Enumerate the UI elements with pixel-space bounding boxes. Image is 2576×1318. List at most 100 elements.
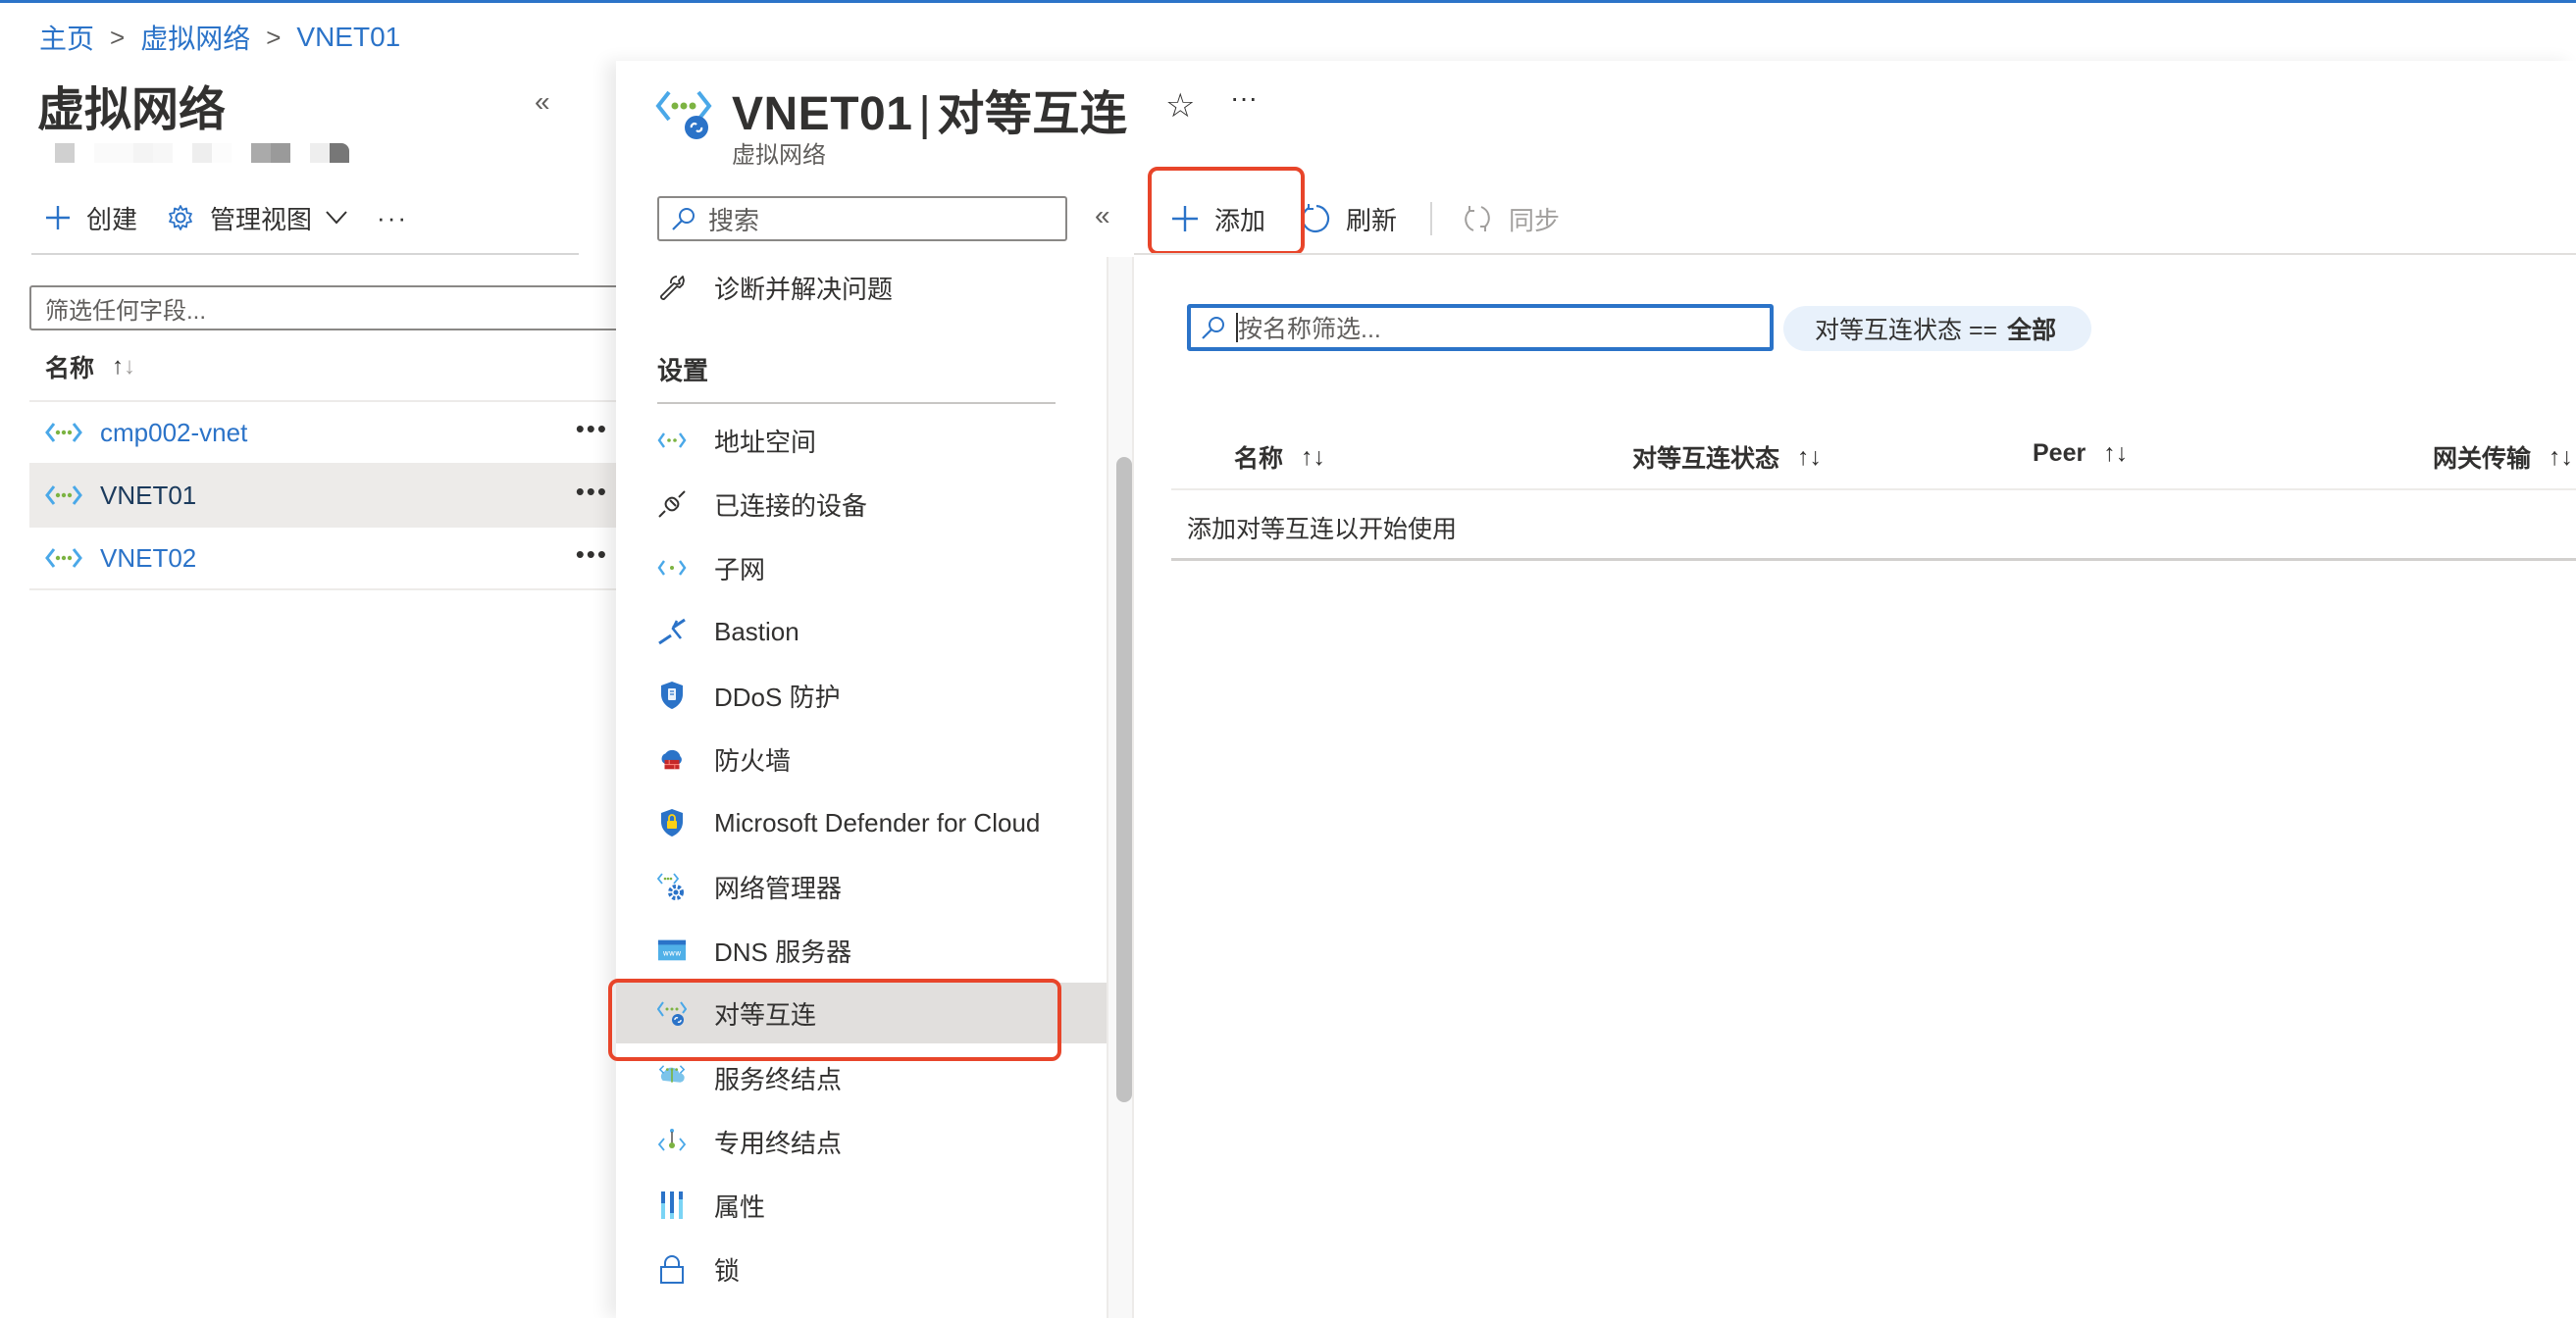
menu-item-locks[interactable]: 锁 xyxy=(616,1239,1107,1299)
virtual-network-icon xyxy=(45,485,82,505)
page-title: VNET01 | 对等互连 xyxy=(732,88,1128,140)
column-header-peer[interactable]: Peer ↑↓ xyxy=(2033,439,2128,468)
plug-icon xyxy=(658,490,686,518)
search-icon xyxy=(1202,317,1224,339)
manage-view-label: 管理视图 xyxy=(210,204,313,234)
gear-icon xyxy=(169,205,192,230)
firewall-icon xyxy=(661,749,682,770)
subnet-icon xyxy=(657,560,687,576)
annotation-highlight-peerings xyxy=(608,979,1061,1061)
empty-state-row: 添加对等互连以开始使用 xyxy=(1171,492,2576,561)
page-subtitle: 虚拟网络 xyxy=(732,142,826,169)
divider xyxy=(657,402,1056,404)
menu-search-placeholder: 搜索 xyxy=(708,205,760,235)
empty-state-message: 添加对等互连以开始使用 xyxy=(1187,516,1458,543)
dns-icon: www xyxy=(657,939,687,961)
defender-shield-icon xyxy=(661,809,683,836)
more-actions-button[interactable]: ··· xyxy=(1230,82,1258,114)
row-more-button[interactable]: ••• xyxy=(576,477,608,507)
bastion-icon xyxy=(658,618,686,645)
breadcrumb-vnet01[interactable]: VNET01 xyxy=(296,22,400,53)
chevron-right-icon: > xyxy=(266,22,282,52)
lock-icon xyxy=(660,1255,684,1284)
sort-icon: ↑↓ xyxy=(1797,442,1823,471)
manage-view-button[interactable]: 管理视图 xyxy=(167,200,347,236)
column-header-peering-status[interactable]: 对等互连状态 ↑↓ xyxy=(1632,439,1822,475)
menu-scrollbar[interactable] xyxy=(1107,257,1134,1318)
column-header-gateway-transit[interactable]: 网关传输 ↑↓ xyxy=(2433,439,2573,475)
column-name-label: 名称 xyxy=(45,355,95,382)
chevron-down-icon xyxy=(326,211,347,225)
column-header-name[interactable]: 名称 ↑↓ xyxy=(1234,439,1325,475)
command-separator xyxy=(1430,202,1433,235)
portal-top-accent-bar xyxy=(0,0,2576,3)
search-icon xyxy=(672,208,695,230)
breadcrumb: 主页 > 虚拟网络 > VNET01 xyxy=(39,18,400,57)
vnet-name-link[interactable]: VNET01 xyxy=(100,481,196,511)
vnet-name-link[interactable]: VNET02 xyxy=(100,543,196,574)
create-button[interactable]: 创建 xyxy=(45,200,137,236)
sort-icon: ↑↓ xyxy=(1301,442,1326,471)
service-endpoint-icon xyxy=(658,1065,686,1083)
vnet-icon xyxy=(657,432,687,448)
left-toolbar: 创建 管理视图 ··· xyxy=(45,196,438,239)
menu-item-dns-servers[interactable]: www DNS 服务器 xyxy=(616,920,1107,981)
svg-text:www: www xyxy=(663,949,681,958)
collapse-left-blade-button[interactable]: « xyxy=(535,86,550,118)
menu-item-subnets[interactable]: 子网 xyxy=(616,537,1107,598)
menu-item-properties[interactable]: 属性 xyxy=(616,1175,1107,1236)
breadcrumb-virtual-networks[interactable]: 虚拟网络 xyxy=(140,18,250,57)
annotation-highlight-add xyxy=(1148,167,1305,255)
vnet-list-item[interactable]: cmp002-vnet ••• xyxy=(29,402,618,465)
menu-item-private-endpoints[interactable]: 专用终结点 xyxy=(616,1111,1107,1172)
sync-icon xyxy=(1465,206,1490,231)
ellipsis-icon: ··· xyxy=(377,202,409,232)
menu-item-firewall[interactable]: 防火墙 xyxy=(616,729,1107,789)
row-more-button[interactable]: ••• xyxy=(576,414,608,444)
vnet-name-link[interactable]: cmp002-vnet xyxy=(100,418,247,448)
menu-item-diagnose[interactable]: 诊断并解决问题 xyxy=(616,257,1107,318)
menu-item-ddos-protection[interactable]: DDoS 防护 xyxy=(616,665,1107,726)
filter-by-name-placeholder: 按名称筛选... xyxy=(1238,316,1381,343)
vnet-list-item[interactable]: VNET02 ••• xyxy=(29,528,618,590)
virtual-network-icon xyxy=(45,423,82,442)
filter-by-name-input[interactable]: 按名称筛选... xyxy=(1187,304,1774,351)
private-endpoint-icon xyxy=(657,1129,687,1151)
vnet-list-item-selected[interactable]: VNET01 ••• xyxy=(29,465,618,528)
menu-scrollbar-thumb[interactable] xyxy=(1116,457,1132,1102)
filter-any-field-input[interactable]: 筛选任何字段... xyxy=(29,285,638,330)
more-options-button[interactable]: ··· xyxy=(377,203,408,233)
sort-icon: ↑↓ xyxy=(2549,442,2574,471)
sort-icon: ↑↓ xyxy=(112,353,136,380)
peerings-table-header: 名称 ↑↓ 对等互连状态 ↑↓ Peer ↑↓ 网关传输 ↑↓ xyxy=(1171,424,2576,490)
wrench-icon xyxy=(660,276,685,300)
collapse-menu-button[interactable]: « xyxy=(1095,200,1110,231)
ddos-shield-icon xyxy=(661,682,683,709)
divider xyxy=(1134,253,2576,255)
network-manager-icon xyxy=(657,873,684,900)
menu-item-defender-for-cloud[interactable]: Microsoft Defender for Cloud xyxy=(616,792,1107,853)
menu-search-input[interactable]: 搜索 xyxy=(657,196,1067,241)
menu-item-address-space[interactable]: 地址空间 xyxy=(616,410,1107,471)
menu-item-bastion[interactable]: Bastion xyxy=(616,601,1107,662)
breadcrumb-home[interactable]: 主页 xyxy=(39,18,94,57)
column-header-name[interactable]: 名称 ↑↓ xyxy=(45,349,135,384)
left-blade-title: 虚拟网络 xyxy=(37,84,227,136)
plus-icon xyxy=(46,206,70,229)
create-label: 创建 xyxy=(86,204,138,234)
peering-blade: VNET01 | 对等互连 ☆ ··· 虚拟网络 搜索 « 诊断并解决问题 设置 地… xyxy=(608,61,2576,1318)
peering-resource-icon xyxy=(655,90,712,139)
menu-item-connected-devices[interactable]: 已连接的设备 xyxy=(616,474,1107,534)
row-more-button[interactable]: ••• xyxy=(576,539,608,570)
divider xyxy=(31,253,579,255)
menu-item-network-manager[interactable]: 网络管理器 xyxy=(616,856,1107,917)
chevron-right-icon: > xyxy=(110,22,126,52)
refresh-button[interactable]: 刷新 xyxy=(1299,201,1397,237)
peering-status-filter-pill[interactable]: 对等互连状态 == 全部 xyxy=(1783,306,2092,351)
sort-icon: ↑↓ xyxy=(2103,439,2129,467)
favorite-star-icon[interactable]: ☆ xyxy=(1165,86,1195,126)
virtual-network-icon xyxy=(45,548,82,568)
sync-button[interactable]: 同步 xyxy=(1462,201,1560,237)
menu-section-settings: 设置 xyxy=(657,356,709,385)
properties-icon xyxy=(661,1191,683,1219)
